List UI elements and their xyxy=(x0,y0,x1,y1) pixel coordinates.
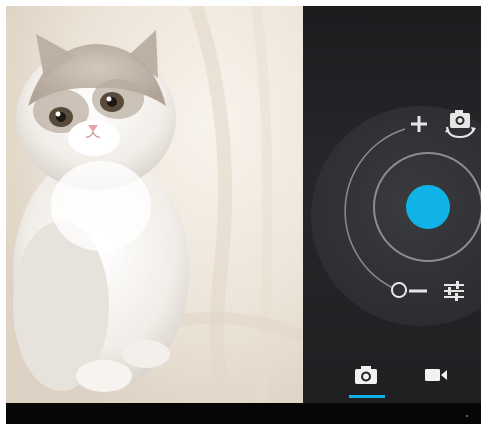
zoom-in-icon[interactable] xyxy=(407,112,431,136)
system-bar xyxy=(6,403,481,424)
selected-mode-indicator xyxy=(349,395,385,398)
camera-mode-icon[interactable] xyxy=(353,364,379,386)
camera-app xyxy=(0,0,485,428)
camera-switch-icon[interactable] xyxy=(441,106,481,142)
sliders-icon[interactable] xyxy=(439,276,469,306)
camera-controls-panel xyxy=(303,6,481,403)
kitten-photo xyxy=(6,6,303,403)
video-camera-icon[interactable] xyxy=(423,364,449,386)
shutter-button[interactable] xyxy=(406,185,450,229)
mode-bar xyxy=(303,346,481,403)
zoom-slider-knob[interactable] xyxy=(391,282,407,298)
camera-preview[interactable] xyxy=(6,6,303,403)
zoom-out-icon[interactable] xyxy=(407,282,429,300)
system-bar-dot xyxy=(466,415,468,417)
